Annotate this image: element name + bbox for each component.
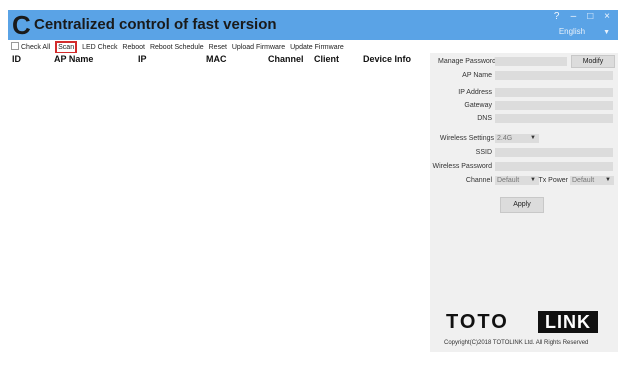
gateway-label: Gateway <box>464 102 492 109</box>
wireless-password-label: Wireless Password <box>432 163 492 170</box>
table-header: ID AP Name IP MAC Channel Client Device … <box>8 53 428 66</box>
channel-label: Channel <box>465 177 492 184</box>
ip-address-label: IP Address <box>458 89 492 96</box>
app-title: Centralized control of fast version <box>34 16 277 33</box>
settings-panel: Manage Password Modify AP Name IP Addres… <box>430 53 618 352</box>
app-logo: C <box>12 10 31 40</box>
close-icon[interactable]: × <box>600 11 614 22</box>
channel-value: Default <box>497 177 520 184</box>
maximize-icon[interactable]: □ <box>583 11 597 22</box>
wireless-settings-label: Wireless Settings <box>439 135 494 142</box>
window-controls: ? – □ × <box>550 11 614 22</box>
column-header-client[interactable]: Client <box>314 54 339 64</box>
manage-password-input[interactable] <box>495 57 567 66</box>
column-header-mac[interactable]: MAC <box>206 54 227 64</box>
brand-toto: TOTO <box>446 311 509 333</box>
column-header-id[interactable]: ID <box>12 54 21 64</box>
ap-name-label: AP Name <box>462 72 492 79</box>
column-header-device-info[interactable]: Device Info <box>363 54 411 64</box>
gateway-input[interactable] <box>495 101 613 110</box>
ssid-label: SSID <box>475 149 492 156</box>
column-header-ap-name[interactable]: AP Name <box>54 54 93 64</box>
check-all-checkbox[interactable] <box>11 42 19 50</box>
language-value: English <box>558 27 586 36</box>
tx-power-label: Tx Power <box>538 177 568 184</box>
toolbar: Check All Scan LED Check Reboot Reboot S… <box>8 41 428 54</box>
column-header-ip[interactable]: IP <box>138 54 147 64</box>
apply-button[interactable]: Apply <box>500 197 544 213</box>
device-table: ID AP Name IP MAC Channel Client Device … <box>8 53 428 352</box>
channel-select[interactable]: Default ▼ <box>495 176 539 185</box>
ap-name-input[interactable] <box>495 71 613 80</box>
wireless-password-input[interactable] <box>495 162 613 171</box>
modify-button[interactable]: Modify <box>571 55 615 68</box>
minimize-icon[interactable]: – <box>566 11 580 22</box>
chevron-down-icon: ▼ <box>603 29 610 36</box>
copyright-text: Copyright(C)2018 TOTOLINK Ltd. All Right… <box>444 340 589 346</box>
brand-link: LINK <box>538 311 598 333</box>
help-icon[interactable]: ? <box>550 11 564 22</box>
column-header-channel[interactable]: Channel <box>268 54 304 64</box>
language-select[interactable]: English ▼ <box>559 27 610 36</box>
chevron-down-icon: ▼ <box>530 177 536 183</box>
band-value: 2.4G <box>497 135 513 142</box>
title-bar: C Centralized control of fast version ? … <box>8 10 618 40</box>
band-select[interactable]: 2.4G ▼ <box>495 134 539 143</box>
app-window: C Centralized control of fast version ? … <box>8 10 618 352</box>
ip-address-input[interactable] <box>495 88 613 97</box>
ssid-input[interactable] <box>495 148 613 157</box>
tx-power-select[interactable]: Default ▼ <box>570 176 614 185</box>
dns-input[interactable] <box>495 114 613 123</box>
dns-label: DNS <box>477 115 492 122</box>
chevron-down-icon: ▼ <box>605 177 611 183</box>
manage-password-label: Manage Password <box>438 58 496 65</box>
chevron-down-icon: ▼ <box>530 135 536 141</box>
tx-power-value: Default <box>572 177 595 184</box>
